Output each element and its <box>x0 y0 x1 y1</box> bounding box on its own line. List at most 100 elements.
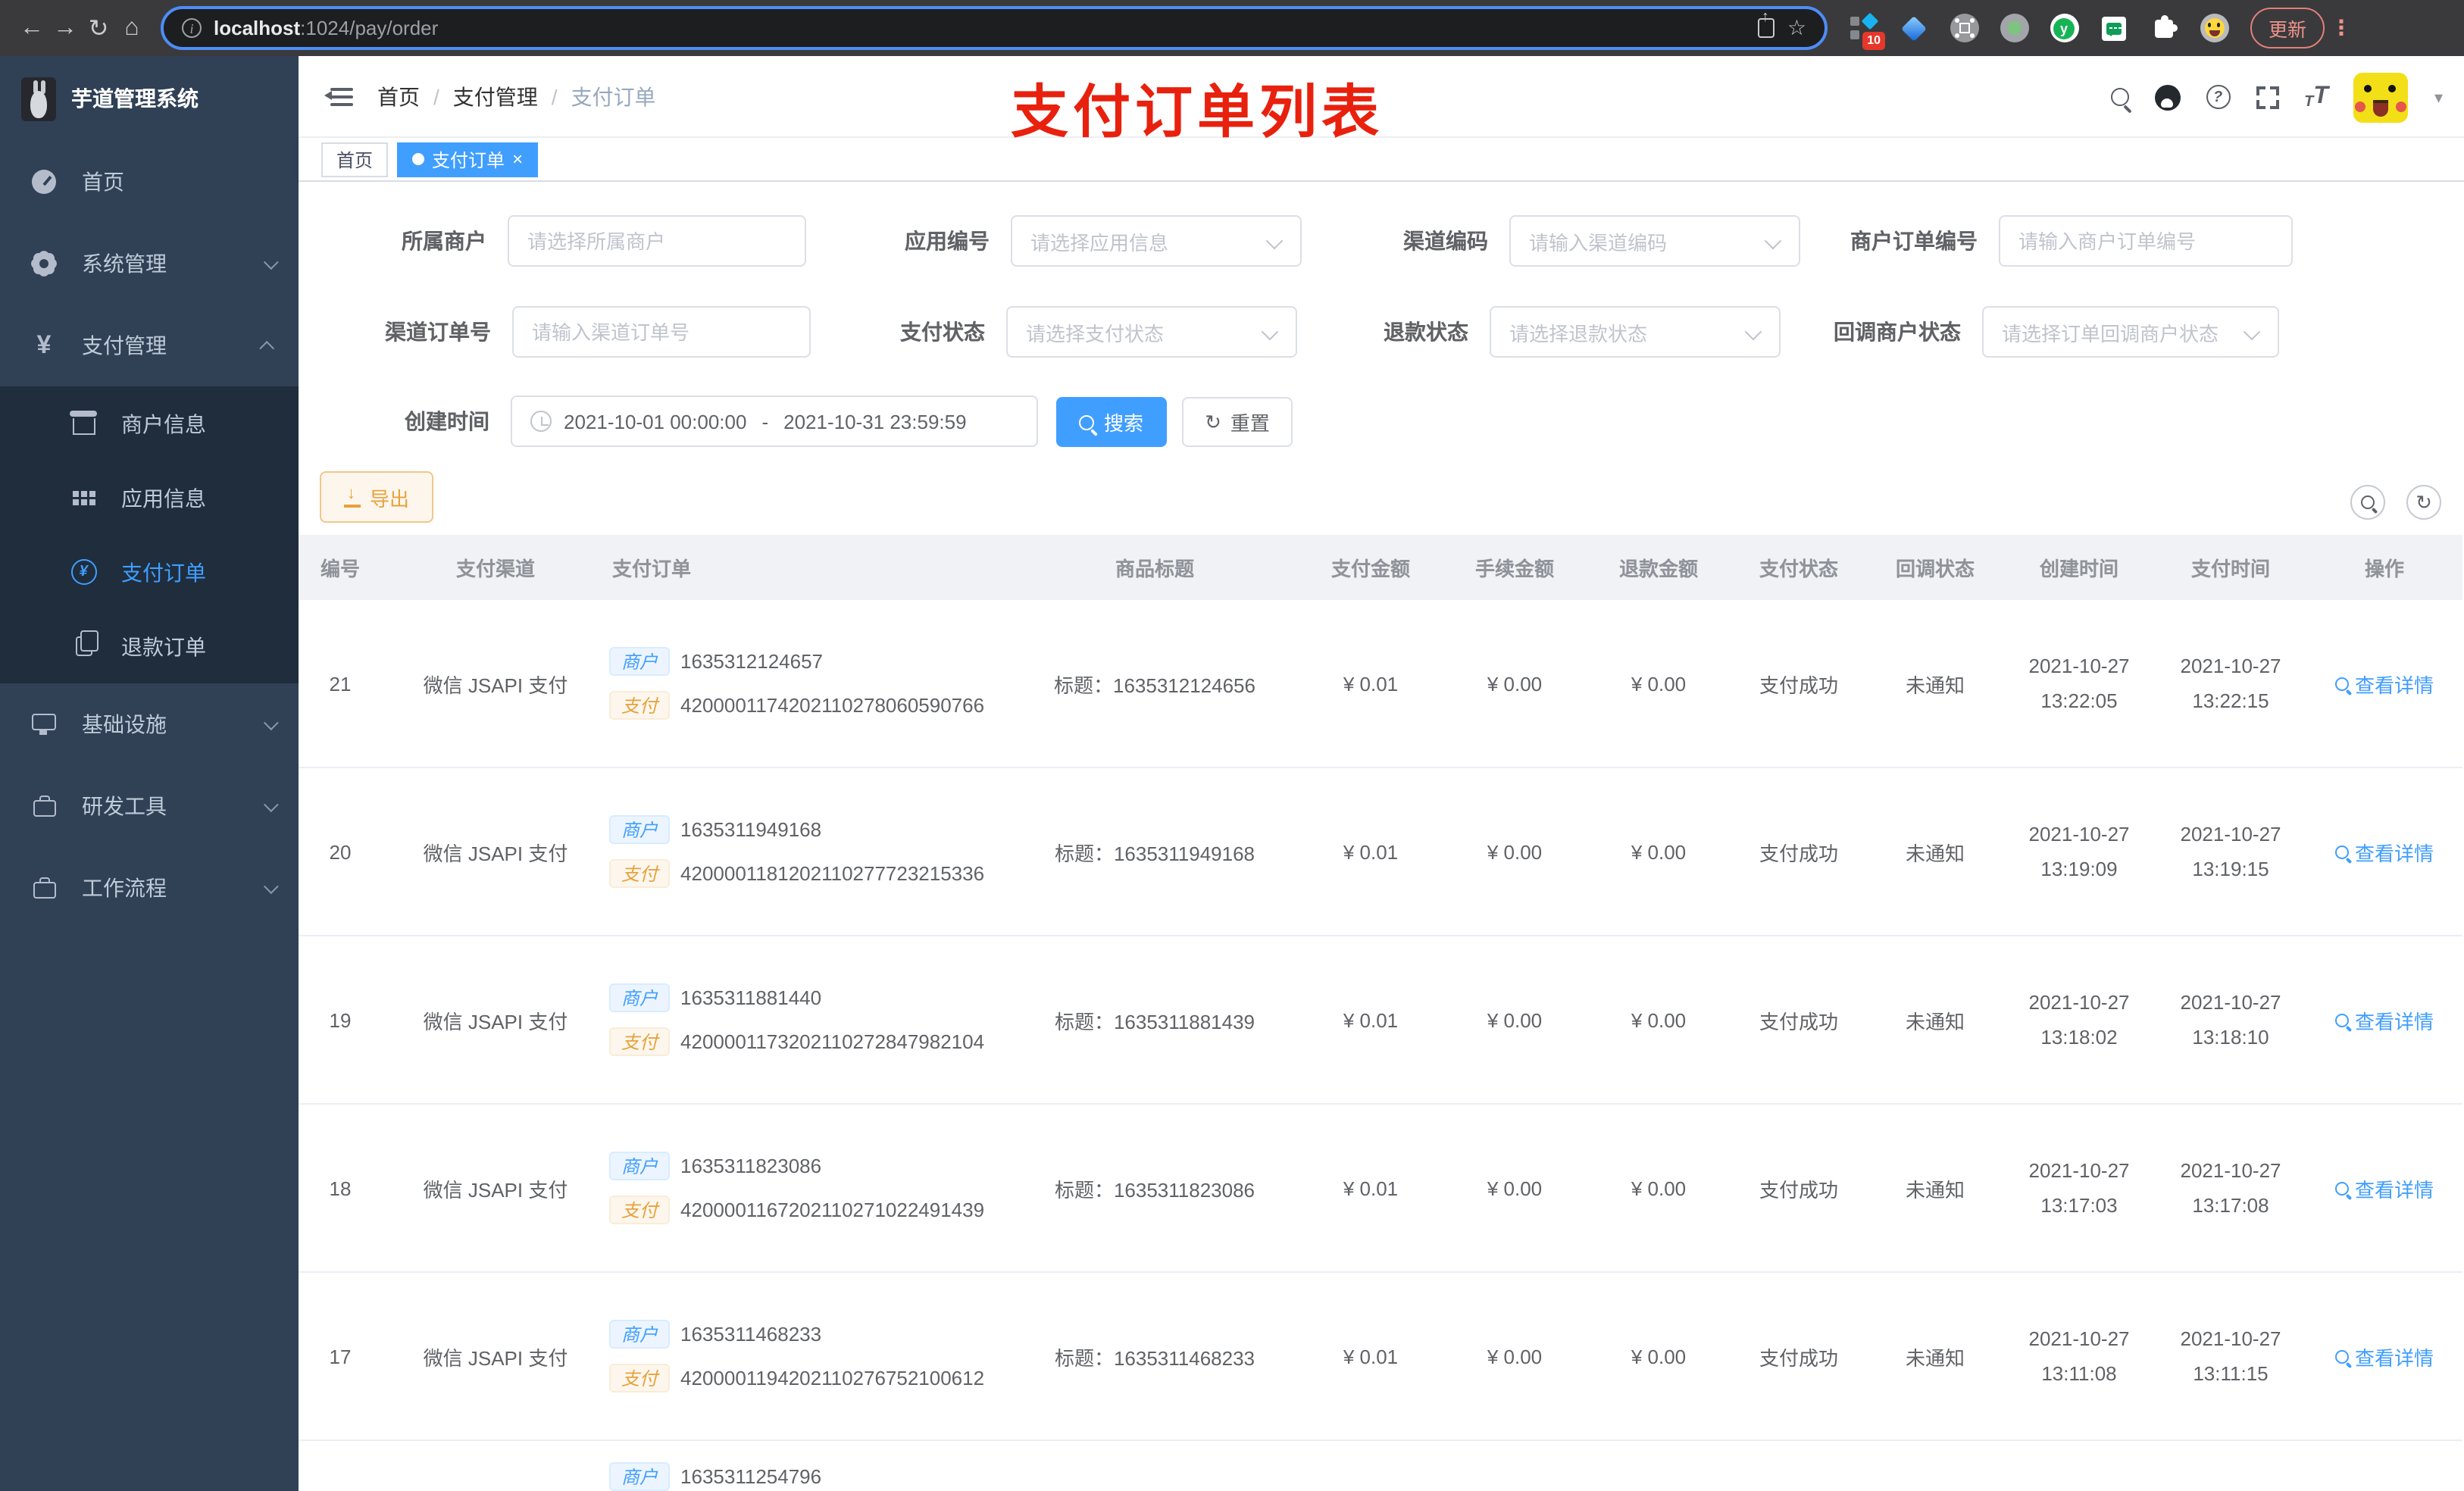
sidebar-item-workflow[interactable]: 工作流程 <box>0 847 299 929</box>
refresh-table-button[interactable] <box>2406 485 2441 520</box>
breadcrumb-current: 支付订单 <box>571 84 656 108</box>
active-dot <box>412 153 425 165</box>
table-row: 18 微信 JSAPI 支付 商户 1635311823086 支付 4200001… <box>299 1105 2462 1273</box>
pay-status-select[interactable]: 请选择支付状态 <box>1006 306 1297 358</box>
extension-grid-icon[interactable]: 10 <box>1849 11 1885 49</box>
view-detail-link[interactable]: 查看详情 <box>2334 1342 2434 1371</box>
sidebar-item-pay-order[interactable]: 支付订单 <box>0 535 299 609</box>
sidebar-collapse-icon[interactable] <box>323 87 353 105</box>
fullscreen-icon[interactable] <box>2256 86 2279 108</box>
toggle-search-button[interactable] <box>2350 485 2385 520</box>
sidebar-item-devtools[interactable]: 研发工具 <box>0 765 299 847</box>
github-icon[interactable] <box>2154 84 2181 110</box>
reset-button[interactable]: 重置 <box>1182 397 1293 447</box>
address-bar[interactable]: localhost:1024/pay/order <box>161 6 1828 50</box>
cell-notify: 未通知 <box>1905 674 1965 696</box>
browser-reload-icon[interactable] <box>82 13 115 43</box>
filter-label: 回调商户状态 <box>1834 320 1961 344</box>
sidebar-item-infrastructure[interactable]: 基础设施 <box>0 683 299 765</box>
cell-title: 标题：1635311823086 <box>1054 1178 1255 1201</box>
cell-fee: ¥ 0.00 <box>1487 1008 1543 1031</box>
table-row: 19 微信 JSAPI 支付 商户 1635311881440 支付 4200001… <box>299 936 2462 1105</box>
merchant-input[interactable] <box>508 215 806 267</box>
font-size-icon[interactable] <box>2304 83 2328 111</box>
search-icon <box>2334 1349 2349 1363</box>
breadcrumb-separator <box>552 84 558 108</box>
channel-code-select[interactable]: 请输入渠道编码 <box>1509 215 1800 267</box>
sidebar-item-label: 工作流程 <box>82 876 167 900</box>
pay-tag: 支付 <box>609 1364 671 1393</box>
breadcrumb: 首页 支付管理 支付订单 <box>377 81 656 111</box>
pay-tag: 支付 <box>609 1196 671 1224</box>
cell-status: 支付成功 <box>1759 1346 1838 1369</box>
screen: localhost:1024/pay/order 10 更新 芋道管理系统 <box>0 0 2464 1491</box>
browser-back-icon[interactable] <box>15 14 48 42</box>
extension-command-icon[interactable] <box>1949 13 1979 43</box>
filter-label: 退款状态 <box>1384 320 1468 344</box>
view-detail-link[interactable]: 查看详情 <box>2334 1174 2434 1202</box>
site-info-icon[interactable] <box>182 18 202 38</box>
filter-label: 渠道编码 <box>1403 229 1488 253</box>
extension-y-icon[interactable] <box>2049 13 2079 43</box>
refund-status-select[interactable]: 请选择退款状态 <box>1490 306 1781 358</box>
sidebar-item-label: 支付订单 <box>121 560 206 584</box>
col-refund: 退款金额 <box>1618 558 1698 580</box>
col-status: 支付状态 <box>1759 558 1838 580</box>
help-icon[interactable] <box>2206 85 2231 109</box>
search-icon[interactable] <box>2110 88 2129 106</box>
bookmark-star-icon[interactable] <box>1787 14 1806 42</box>
browser-home-icon[interactable] <box>115 14 149 42</box>
cell-id: 17 <box>329 1345 352 1368</box>
browser-update-button[interactable]: 更新 <box>2250 8 2325 48</box>
export-button[interactable]: 导出 <box>320 471 434 523</box>
date-range-picker[interactable]: 2021-10-01 00:00:00 - 2021-10-31 23:59:5… <box>511 395 1038 447</box>
sidebar-item-label: 基础设施 <box>82 712 167 736</box>
pay-order-no: 4200001181202110277723215336 <box>680 862 985 885</box>
sidebar-item-merchant-info[interactable]: 商户信息 <box>0 386 299 461</box>
created-time: 13:22:05 <box>2040 689 2118 712</box>
sidebar-item-pay[interactable]: 支付管理 <box>0 305 299 386</box>
sidebar-item-refund-order[interactable]: 退款订单 <box>0 609 299 683</box>
extension-gem-icon[interactable] <box>1899 13 1929 43</box>
notify-status-select[interactable]: 请选择订单回调商户状态 <box>1982 306 2279 358</box>
search-button[interactable]: 搜索 <box>1056 397 1167 447</box>
cell-fee: ¥ 0.00 <box>1487 672 1543 695</box>
share-icon[interactable] <box>1758 9 1775 38</box>
merchant-order-no-input[interactable] <box>1999 215 2293 267</box>
cell-notify: 未通知 <box>1905 1178 1965 1201</box>
created-date: 2021-10-27 <box>2028 991 2130 1014</box>
cell-channel: 微信 JSAPI 支付 <box>423 674 568 696</box>
pay-tag: 支付 <box>609 1027 671 1056</box>
extensions-puzzle-icon[interactable] <box>2149 13 2179 43</box>
cell-status: 支付成功 <box>1759 674 1838 696</box>
sidebar-item-system[interactable]: 系统管理 <box>0 223 299 305</box>
extension-chat-icon[interactable] <box>2099 13 2129 43</box>
sidebar-item-home[interactable]: 首页 <box>0 141 299 223</box>
browser-forward-icon[interactable] <box>48 14 82 42</box>
tag-pay-order[interactable]: 支付订单 <box>397 142 539 177</box>
view-detail-link[interactable]: 查看详情 <box>2334 669 2434 698</box>
tag-home[interactable]: 首页 <box>321 142 389 177</box>
channel-order-no-input[interactable] <box>512 306 811 358</box>
close-icon[interactable] <box>512 148 523 170</box>
filter-label: 应用编号 <box>905 229 990 253</box>
app-id-select[interactable]: 请选择应用信息 <box>1011 215 1302 267</box>
breadcrumb-home[interactable]: 首页 <box>377 81 420 111</box>
view-detail-link[interactable]: 查看详情 <box>2334 837 2434 866</box>
merchant-tag: 商户 <box>609 1152 671 1180</box>
created-date: 2021-10-27 <box>2028 1159 2130 1182</box>
avatar[interactable] <box>2353 72 2409 122</box>
extension-emoji-icon[interactable] <box>2199 13 2229 43</box>
cell-amount: ¥ 0.01 <box>1343 1008 1399 1031</box>
extension-record-icon[interactable] <box>1999 13 2029 43</box>
table-row: 20 微信 JSAPI 支付 商户 1635311949168 支付 4200001… <box>299 768 2462 936</box>
sidebar-item-app-info[interactable]: 应用信息 <box>0 461 299 535</box>
view-detail-link[interactable]: 查看详情 <box>2334 1005 2434 1034</box>
cell-amount: ¥ 0.01 <box>1343 1177 1399 1199</box>
avatar-caret-icon[interactable] <box>2434 83 2443 111</box>
filter-notify-status: 回调商户状态 请选择订单回调商户状态 <box>1834 306 2279 358</box>
pay-order-no: 4200001173202110272847982104 <box>680 1030 985 1053</box>
browser-menu-icon[interactable] <box>2331 14 2352 42</box>
breadcrumb-pay[interactable]: 支付管理 <box>453 81 538 111</box>
merchant-order-no: 1635311949168 <box>680 818 822 841</box>
